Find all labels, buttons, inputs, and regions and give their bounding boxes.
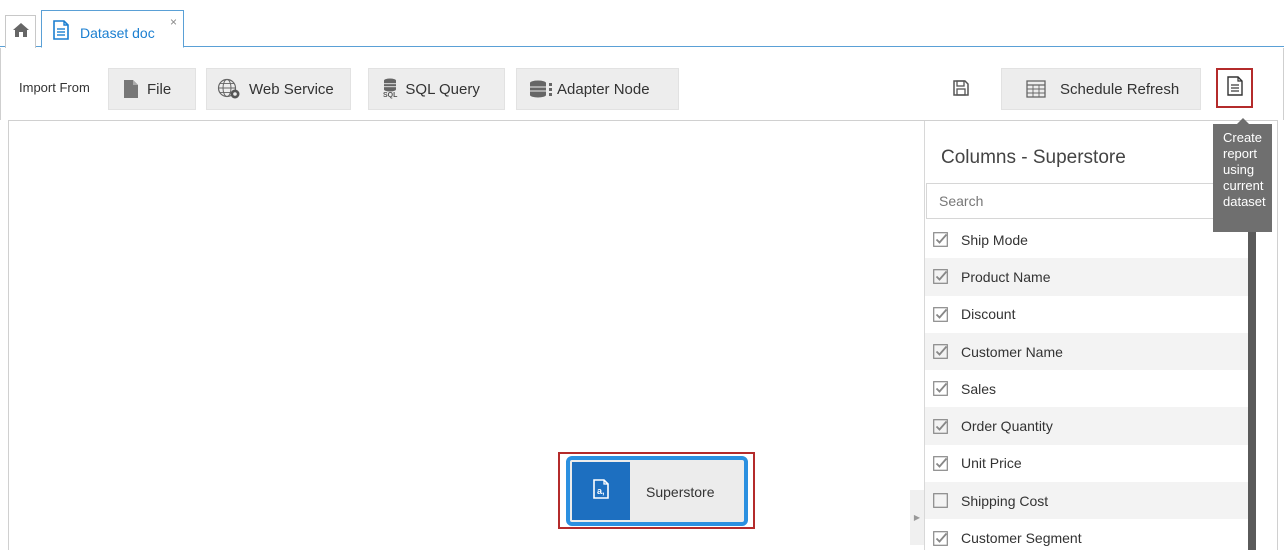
column-row[interactable]: Unit Price [925, 445, 1249, 482]
schedule-refresh-button[interactable]: Schedule Refresh [1001, 68, 1201, 110]
column-label: Product Name [961, 268, 1051, 285]
import-file-button[interactable]: File [108, 68, 196, 110]
caret-right-icon: ▶ [913, 513, 921, 522]
file-icon [123, 79, 139, 99]
report-document-icon [1226, 75, 1243, 101]
home-tab[interactable] [5, 15, 36, 48]
tab-label: Dataset doc [80, 25, 155, 41]
column-row[interactable]: Shipping Cost [925, 482, 1249, 520]
column-row[interactable]: Ship Mode [925, 221, 1249, 258]
import-web-service-button[interactable]: Web Service [206, 68, 351, 110]
globe-gear-icon [217, 78, 241, 100]
column-label: Unit Price [961, 455, 1022, 472]
calendar-grid-icon [1026, 80, 1046, 98]
adapter-node-label: Adapter Node [557, 80, 650, 98]
checked-checkbox-icon[interactable] [933, 306, 948, 322]
tab-dataset-doc[interactable]: Dataset doc × [41, 10, 184, 48]
column-label: Sales [961, 380, 997, 397]
sql-icon-text: SQL [383, 92, 398, 99]
node-label: Superstore [646, 484, 715, 500]
collapse-panel-handle[interactable]: ▶ [910, 490, 924, 545]
document-icon [52, 20, 70, 45]
save-button[interactable] [949, 78, 973, 102]
checked-checkbox-icon[interactable] [933, 232, 948, 248]
column-row[interactable]: Order Quantity [925, 407, 1249, 445]
tab-bar: Dataset doc × [0, 0, 1284, 48]
checked-checkbox-icon[interactable] [933, 456, 948, 471]
checked-checkbox-icon[interactable] [933, 344, 948, 359]
column-label: Ship Mode [961, 231, 1028, 248]
column-label: Customer Name [961, 343, 1063, 360]
column-row[interactable]: Discount [925, 296, 1249, 333]
column-row[interactable]: Customer Name [925, 332, 1249, 371]
checked-checkbox-icon[interactable] [933, 530, 948, 546]
toolbar: Import From File Web Service SQL SQL Que… [0, 48, 1284, 120]
csv-file-icon: a, [592, 478, 610, 504]
create-report-tooltip: Create report using current dataset [1213, 118, 1272, 232]
superstore-node[interactable]: a, Superstore [566, 456, 748, 526]
file-label: File [147, 80, 172, 98]
save-icon [952, 79, 970, 102]
columns-panel: Columns - Superstore Ship Mode Product Na… [924, 121, 1254, 550]
home-icon [12, 22, 30, 43]
web-service-label: Web Service [249, 80, 334, 98]
checked-checkbox-icon[interactable] [933, 381, 948, 397]
import-from-label: Import From [19, 80, 90, 95]
column-row[interactable]: Product Name [925, 258, 1249, 296]
import-adapter-node-button[interactable]: Adapter Node [516, 68, 679, 110]
column-label: Shipping Cost [961, 492, 1049, 509]
unchecked-checkbox-icon[interactable] [933, 493, 948, 509]
schedule-refresh-label: Schedule Refresh [1060, 80, 1180, 98]
column-list: Ship Mode Product Name Discount Customer Na… [925, 221, 1249, 550]
column-list-scrollbar[interactable] [1248, 225, 1256, 550]
column-label: Discount [961, 306, 1016, 323]
panel-title: Columns - Superstore [941, 147, 1126, 168]
sql-database-icon: SQL [383, 78, 397, 100]
checked-checkbox-icon[interactable] [933, 418, 948, 434]
column-search-input[interactable] [926, 183, 1246, 219]
close-icon[interactable]: × [170, 15, 177, 29]
node-icon-box: a, [572, 462, 630, 520]
adapter-database-icon [529, 80, 555, 98]
sql-query-label: SQL Query [405, 80, 480, 98]
column-row[interactable]: Sales [925, 370, 1249, 407]
column-label: Customer Segment [961, 530, 1082, 547]
checked-checkbox-icon[interactable] [933, 269, 948, 285]
import-sql-query-button[interactable]: SQL SQL Query [368, 68, 505, 110]
column-row[interactable]: Customer Segment [925, 519, 1249, 550]
svg-text:a,: a, [597, 486, 605, 496]
column-label: Order Quantity [961, 418, 1053, 435]
create-report-button[interactable] [1216, 68, 1253, 108]
